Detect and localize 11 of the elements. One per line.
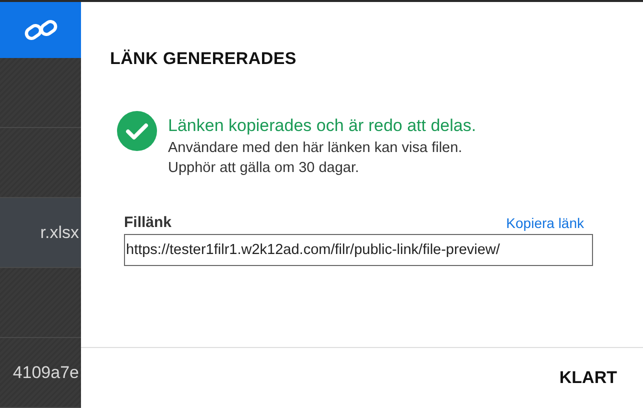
link-field[interactable]: https://tester1filr1.w2k12ad.com/filr/public-link/file-preview/: [124, 234, 593, 266]
status-message: Upphör att gälla om 30 dagar.: [168, 160, 360, 176]
status-message: Användare med den här länken kan visa filen.: [168, 140, 464, 156]
status-headline: Länken kopierades och är redo att delas.: [168, 116, 476, 136]
file-name: r.xlsx: [40, 222, 80, 242]
done-button[interactable]: KLART: [559, 364, 617, 392]
file-name: 4109a7e: [12, 362, 80, 382]
copy-link[interactable]: Kopiera länk: [506, 215, 584, 231]
success-check-icon: [117, 111, 157, 151]
field-label: Fillänk: [124, 214, 172, 231]
dialog-title: LÄNK GENERERADES: [110, 49, 298, 69]
